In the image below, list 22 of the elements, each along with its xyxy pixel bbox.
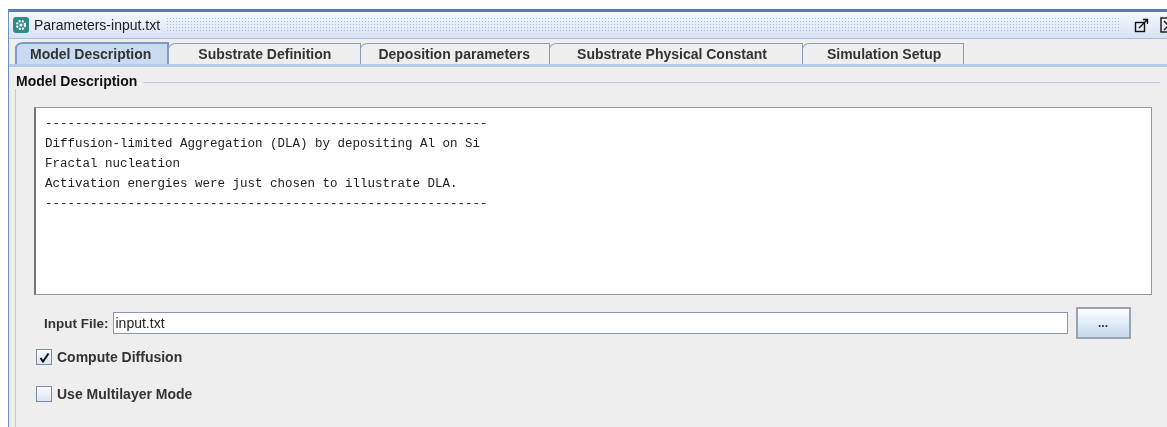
- tab[interactable]: Deposition parameters: [360, 43, 551, 64]
- tab[interactable]: Substrate Physical Constant: [549, 43, 803, 64]
- checkbox-label: Use Multilayer Mode: [57, 386, 193, 402]
- text-line: Activation energies were just chosen to illustrate DLA.: [45, 176, 459, 193]
- tab[interactable]: Substrate Definition: [168, 43, 362, 64]
- text-line: Fractal nucleation: [45, 156, 182, 173]
- checkbox[interactable]: [36, 386, 52, 402]
- window-title: Parameters-input.txt: [34, 17, 161, 33]
- checkbox[interactable]: [36, 349, 52, 365]
- float-window-icon[interactable]: [1134, 17, 1150, 33]
- browse-button[interactable]: ...: [1075, 307, 1131, 339]
- tab[interactable]: Model Description: [15, 42, 170, 64]
- text-line: Diffusion-limited Aggregation (DLA) by depositing Al on Si: [45, 136, 482, 153]
- gear-icon: [13, 17, 29, 33]
- text-line: -----------------------------------------------------------: [45, 196, 489, 213]
- description-text-area[interactable]: [34, 107, 1152, 295]
- tab[interactable]: Simulation Setup: [801, 43, 965, 64]
- text-line: -----------------------------------------------------------: [45, 116, 489, 133]
- input-file-label: Input File:: [44, 315, 109, 331]
- checkbox-label: Compute Diffusion: [57, 349, 183, 365]
- group-title: Model Description: [14, 73, 144, 89]
- input-file-field[interactable]: input.txt: [112, 312, 1068, 334]
